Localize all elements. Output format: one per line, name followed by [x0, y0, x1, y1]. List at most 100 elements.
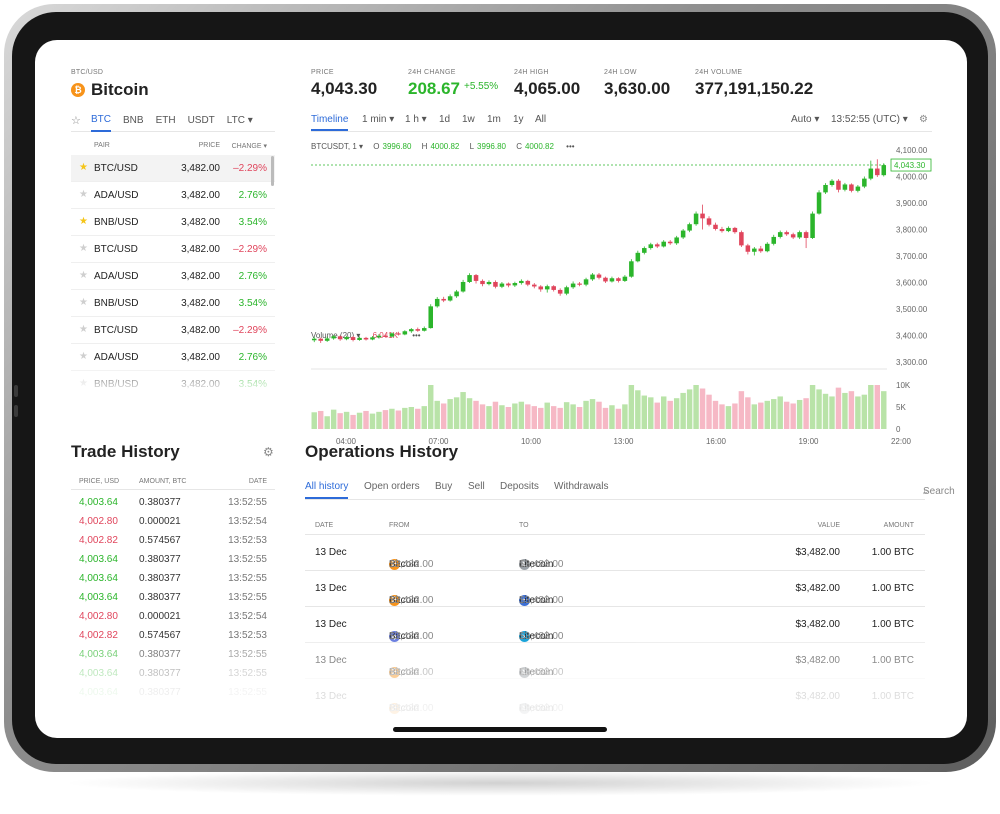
op-amount: 1.00 BTC	[871, 619, 914, 630]
tab-buy[interactable]: Buy	[435, 481, 452, 492]
trade-history-gear-icon[interactable]: ⚙	[263, 445, 274, 459]
candle-body	[810, 213, 815, 238]
op-value: $3,482.00	[795, 619, 841, 630]
volume-bar	[408, 407, 415, 429]
tab-withdrawals[interactable]: Withdrawals	[554, 481, 608, 492]
favorites-star-icon[interactable]: ☆	[71, 114, 91, 127]
y-tick-label: 3,600.00	[896, 279, 928, 288]
stat-volume: 24H VOLUME 377,191,150.22	[695, 69, 813, 99]
favorite-star-icon[interactable]: ★	[79, 162, 88, 173]
volume-bar	[706, 394, 712, 429]
operation-row[interactable]: 13 Dec ₿ Bitcoin $3,482.00 ~ Litecoin $3,482…	[305, 570, 925, 606]
tab-eth[interactable]: ETH	[156, 111, 176, 131]
header-price[interactable]: PRICE	[199, 142, 220, 149]
y-tick-label: 3,800.00	[896, 226, 928, 235]
trade-history-fade	[71, 640, 275, 738]
stat-change: 24H CHANGE 208.67 +5.55%	[408, 69, 498, 99]
candle-body	[409, 329, 414, 332]
market-tabs: ☆ BTC BNB ETH USDT LTC ▾	[71, 110, 275, 132]
scale-auto-dropdown[interactable]: Auto ▾	[791, 114, 819, 125]
tab-usdt[interactable]: USDT	[188, 111, 215, 131]
market-price: 3,482.00	[181, 190, 220, 201]
tab-sell[interactable]: Sell	[468, 481, 485, 492]
volume-bar	[434, 400, 440, 429]
tab-btc[interactable]: BTC	[91, 110, 111, 132]
favorite-star-icon[interactable]: ★	[79, 351, 88, 362]
tab-deposits[interactable]: Deposits	[500, 481, 539, 492]
volume-bar	[311, 412, 317, 429]
tab-bnb[interactable]: BNB	[123, 111, 144, 131]
volume-bar	[466, 398, 473, 429]
candle-body	[706, 218, 712, 225]
favorite-star-icon[interactable]: ★	[79, 297, 88, 308]
tab-ltc-dropdown[interactable]: LTC ▾	[227, 111, 253, 131]
operation-row[interactable]: 13 Dec ◆ Bitcoin $3,482.00 ✕ Litecoin $3,482…	[305, 606, 925, 642]
op-amount: 1.00 BTC	[871, 583, 914, 594]
candle-body	[506, 283, 511, 286]
header-op-amount: AMOUNT	[883, 522, 914, 529]
trade-history-title: Trade History	[71, 442, 180, 461]
candle-body	[357, 337, 362, 341]
volume-bar	[525, 404, 531, 429]
range-all[interactable]: All	[535, 114, 546, 125]
candle-body	[324, 338, 330, 341]
market-row[interactable]: ★ ADA/USD 3,482.00 2.76%	[71, 182, 275, 209]
range-1y[interactable]: 1y	[513, 114, 524, 125]
volume-bar	[499, 405, 505, 429]
volume-bar	[440, 403, 447, 429]
candle-body	[609, 278, 615, 282]
tab-open-orders[interactable]: Open orders	[364, 481, 420, 492]
volume-bar	[356, 412, 363, 429]
volume-bar	[835, 387, 842, 429]
volume-bar	[758, 402, 764, 429]
chart-settings-gear-icon[interactable]: ⚙	[919, 114, 928, 125]
candle-body	[350, 337, 356, 341]
candle-body	[713, 224, 718, 229]
candle-body	[700, 213, 705, 219]
volume-bar	[635, 390, 641, 429]
market-change: 3.54%	[238, 217, 267, 228]
range-1d[interactable]: 1d	[439, 114, 450, 125]
favorite-star-icon[interactable]: ★	[79, 270, 88, 281]
market-list-scrollbar[interactable]	[271, 156, 274, 186]
candle-body	[525, 280, 531, 285]
operation-row[interactable]: 13 Dec₿Bitcoin $3,482.00ŁLitecoin $3,482…	[305, 534, 925, 570]
market-row[interactable]: ★ BNB/USD 3,482.00 3.54%	[71, 290, 275, 317]
market-row[interactable]: ★ BTC/USD 3,482.00 –2.29%	[71, 155, 275, 182]
op-date: 13 Dec	[315, 619, 347, 630]
timezone-clock-dropdown[interactable]: 13:52:55 (UTC) ▾	[831, 114, 908, 125]
market-row[interactable]: ★ ADA/USD 3,482.00 2.76%	[71, 263, 275, 290]
candle-body	[447, 296, 453, 301]
interval-minute-dropdown[interactable]: 1 min ▾	[362, 114, 394, 125]
market-row[interactable]: ★ BTC/USD 3,482.00 –2.29%	[71, 236, 275, 263]
favorite-star-icon[interactable]: ★	[79, 189, 88, 200]
price-chart[interactable]: 4,100.00 4,000.00 3,900.00 3,800.00 3,700.00…	[305, 135, 935, 451]
volume-bar	[829, 396, 835, 429]
volume-bar	[868, 385, 874, 429]
volume-bar	[855, 396, 861, 429]
favorite-star-icon[interactable]: ★	[79, 216, 88, 227]
y-tick-label: 3,700.00	[896, 252, 928, 261]
candle-body	[467, 275, 472, 282]
range-1m[interactable]: 1m	[487, 114, 501, 125]
y-tick-label: 3,300.00	[896, 358, 928, 367]
candle-body	[551, 286, 556, 290]
volume-bar	[544, 402, 550, 429]
favorite-star-icon[interactable]: ★	[79, 324, 88, 335]
market-price: 3,482.00	[181, 325, 220, 336]
divider	[71, 489, 275, 490]
tab-all-history[interactable]: All history	[305, 481, 349, 499]
header-change[interactable]: CHANGE ▾	[232, 142, 267, 150]
market-row[interactable]: ★ BTC/USD 3,482.00 –2.29%	[71, 317, 275, 344]
tab-timeline[interactable]: Timeline	[311, 114, 349, 131]
interval-hour-dropdown[interactable]: 1 h ▾	[405, 114, 427, 125]
market-row[interactable]: ★ BNB/USD 3,482.00 3.54%	[71, 209, 275, 236]
volume-bar	[816, 389, 822, 429]
favorite-star-icon[interactable]: ★	[79, 243, 88, 254]
volume-bar	[531, 406, 537, 429]
trade-amount: 0.380377	[139, 573, 181, 584]
range-1w[interactable]: 1w	[462, 114, 475, 125]
header-pair[interactable]: PAIR	[94, 142, 110, 149]
candle-body	[758, 248, 764, 252]
volume-tick-label: 10K	[896, 381, 911, 390]
